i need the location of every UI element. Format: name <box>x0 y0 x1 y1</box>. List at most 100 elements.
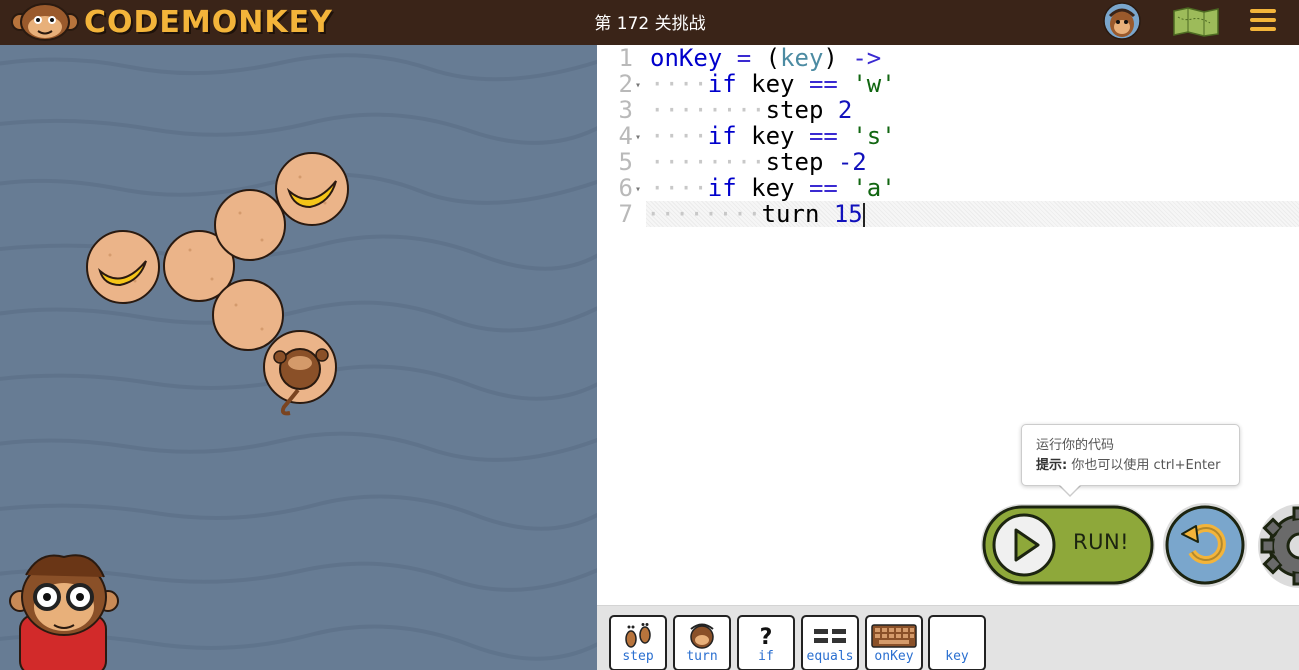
tool-label: step <box>622 649 654 664</box>
line-number: 3 <box>618 96 633 124</box>
reset-button[interactable] <box>1162 502 1248 588</box>
line-number: 7 <box>618 200 633 228</box>
code-line[interactable]: 4 ▾ ····if key == 's' <box>597 123 1299 149</box>
code-token: == <box>808 70 838 98</box>
indent-guide: ········ <box>650 148 766 176</box>
tool-label: onKey <box>874 649 914 664</box>
line-number: 4 <box>618 122 633 150</box>
tool-label: key <box>945 649 969 664</box>
run-button-label[interactable]: RUN! <box>1073 530 1129 554</box>
stone <box>212 279 284 351</box>
code-line[interactable]: 2 ▾ ····if key == 'w' <box>597 71 1299 97</box>
code-text: onKey = (key) -> <box>650 45 881 71</box>
tool-label: equals <box>806 649 854 664</box>
codemonkey-logo[interactable]: CODEMONKEY <box>10 2 333 42</box>
code-text: ········turn 15 <box>646 201 865 227</box>
code-text: ····if key == 's' <box>650 123 896 149</box>
tooltip-hint-label: 提示: <box>1036 458 1068 473</box>
footprints-icon <box>611 622 665 650</box>
code-line[interactable]: 1 onKey = (key) -> <box>597 45 1299 71</box>
indent-guide: ········ <box>646 200 762 228</box>
code-token: 's' <box>852 122 896 150</box>
code-token: 'a' <box>852 174 896 202</box>
hamburger-menu-icon[interactable] <box>1250 9 1276 33</box>
equals-icon <box>803 622 857 650</box>
svg-text:?: ? <box>760 625 773 649</box>
game-stage <box>0 45 597 670</box>
code-token: key <box>736 122 809 150</box>
fold-toggle-icon[interactable]: ▾ <box>635 177 641 203</box>
tooltip-title: 运行你的代码 <box>1036 438 1115 453</box>
settings-gear-icon[interactable] <box>1256 503 1299 589</box>
stone <box>275 152 349 226</box>
code-text: ····if key == 'w' <box>650 71 896 97</box>
tool-onkey-button[interactable]: onKey <box>865 615 923 670</box>
text-cursor <box>862 203 865 227</box>
code-token: ( <box>765 45 781 72</box>
code-token: if <box>707 122 737 150</box>
line-number: 6 <box>618 174 633 202</box>
tool-key-button[interactable]: key <box>928 615 986 670</box>
indent-guide: ···· <box>650 174 708 202</box>
code-token: -> <box>852 45 882 72</box>
run-button[interactable] <box>978 500 1158 590</box>
code-text: ········step 2 <box>650 97 852 123</box>
code-line[interactable]: 6 ▾ ····if key == 'a' <box>597 175 1299 201</box>
code-token: step <box>765 96 838 124</box>
code-text: ········step -2 <box>650 149 867 175</box>
indent-guide: ········ <box>650 96 766 124</box>
code-line[interactable]: 3 ········step 2 <box>597 97 1299 123</box>
tooltip-hint: 提示: 你也可以使用 ctrl+Enter <box>1036 455 1225 476</box>
tool-icon-empty <box>930 622 984 650</box>
tool-if-button[interactable]: ? if <box>737 615 795 670</box>
code-token: 2 <box>837 96 853 124</box>
tool-equals-button[interactable]: equals <box>801 615 859 670</box>
code-token: key <box>780 45 824 72</box>
tool-label: turn <box>686 649 718 664</box>
code-token: == <box>808 122 838 150</box>
code-token: == <box>808 174 838 202</box>
code-token: onKey <box>650 45 723 72</box>
stone <box>214 189 286 261</box>
code-text: ····if key == 'a' <box>650 175 896 201</box>
monkey-head-turn-icon <box>675 622 729 650</box>
level-title: 第 172 关挑战 <box>594 14 706 34</box>
run-tooltip: 运行你的代码 提示: 你也可以使用 ctrl+Enter <box>1021 424 1240 486</box>
code-line[interactable]: 5 ········step -2 <box>597 149 1299 175</box>
toolbox: step turn? if equals onKey key <box>597 605 1299 670</box>
code-token: ) <box>823 45 853 72</box>
code-line[interactable]: 7 ········turn 15 <box>619 201 1299 227</box>
code-token: turn <box>761 200 834 228</box>
question-mark-icon: ? <box>739 622 793 650</box>
map-icon[interactable] <box>1172 7 1220 37</box>
tool-step-button[interactable]: step <box>609 615 667 670</box>
code-token: if <box>707 70 737 98</box>
code-token: = <box>722 45 766 72</box>
indent-guide: ···· <box>650 122 708 150</box>
line-number: 2 <box>618 70 633 98</box>
indent-guide: ···· <box>650 70 708 98</box>
tooltip-arrow <box>1060 485 1080 495</box>
code-token: -2 <box>837 148 867 176</box>
game-canvas <box>0 53 597 670</box>
line-number: 5 <box>618 148 633 176</box>
line-number: 1 <box>618 45 633 72</box>
keyboard-icon <box>867 622 921 650</box>
code-token: 'w' <box>852 70 896 98</box>
code-token: 15 <box>833 200 863 228</box>
monkey-logo-icon <box>11 3 79 41</box>
profile-avatar-icon[interactable] <box>1103 2 1141 40</box>
fold-toggle-icon[interactable]: ▾ <box>635 125 641 151</box>
tooltip-hint-text: 你也可以使用 ctrl+Enter <box>1067 458 1221 473</box>
logo-text: CODEMONKEY <box>84 4 333 40</box>
fold-toggle-icon[interactable]: ▾ <box>635 73 641 99</box>
top-header: CODEMONKEY 第 172 关挑战 <box>0 0 1299 45</box>
code-token: key <box>736 70 809 98</box>
code-token: if <box>707 174 737 202</box>
tool-turn-button[interactable]: turn <box>673 615 731 670</box>
tool-label: if <box>758 649 774 664</box>
stone <box>86 230 160 304</box>
